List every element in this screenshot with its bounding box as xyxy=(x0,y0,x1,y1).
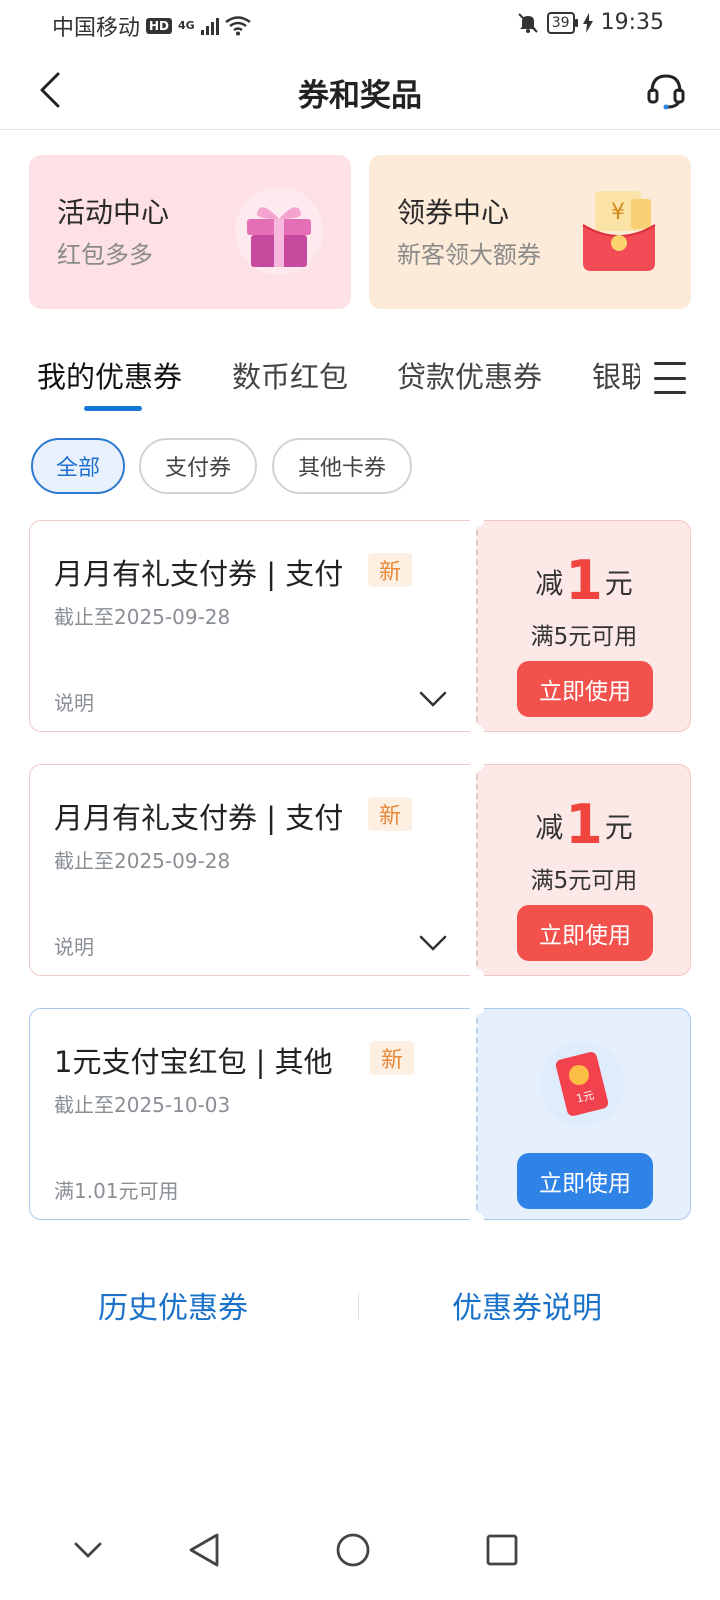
footer-links: 历史优惠券 优惠券说明 xyxy=(0,1275,720,1335)
coupon-condition-note: 满1.01元可用 xyxy=(54,1179,179,1203)
coupon-info: 月月有礼支付券 | 支付 新 截止至2025-09-28 说明 xyxy=(29,764,477,976)
coupon-card: 月月有礼支付券 | 支付 新 截止至2025-09-28 说明 减1元 满5元可… xyxy=(29,519,691,733)
new-badge: 新 xyxy=(368,797,413,831)
circle-home-icon xyxy=(336,1533,370,1567)
notch xyxy=(470,725,484,733)
menu-icon-bar xyxy=(654,376,686,380)
charging-icon xyxy=(582,12,593,33)
network-type: 4G xyxy=(178,19,195,32)
mute-bell-icon xyxy=(518,12,538,33)
coupon-center-subtitle: 新客领大额券 xyxy=(397,241,541,269)
amount-number: 1 xyxy=(565,549,603,612)
perforation-divider xyxy=(476,764,478,976)
coupon-expiry: 截止至2025-10-03 xyxy=(54,1093,231,1117)
notch xyxy=(470,969,484,977)
coupon-info: 月月有礼支付券 | 支付 新 截止至2025-09-28 说明 xyxy=(29,520,477,732)
use-now-button[interactable]: 立即使用 xyxy=(517,905,653,961)
coupon-value-panel: 减1元 满5元可用 立即使用 xyxy=(477,520,691,732)
tab-digital-currency-redpack[interactable]: 数币红包 xyxy=(232,354,348,396)
footer-divider xyxy=(358,1293,359,1319)
new-badge: 新 xyxy=(368,553,413,587)
square-recents-icon xyxy=(486,1534,518,1566)
chevron-down-icon[interactable] xyxy=(418,687,448,711)
nav-home-button[interactable] xyxy=(325,1522,381,1578)
history-coupons-link[interactable]: 历史优惠券 xyxy=(98,1283,248,1327)
activity-center-subtitle: 红包多多 xyxy=(57,241,153,269)
chevron-down-icon[interactable] xyxy=(418,931,448,955)
nav-recents-button[interactable] xyxy=(474,1522,530,1578)
hd-icon: HD xyxy=(146,18,173,34)
headset-icon xyxy=(647,74,685,110)
nav-hide-button[interactable] xyxy=(60,1522,116,1578)
coupon-condition: 满5元可用 xyxy=(530,624,638,650)
coupon-expiry: 截止至2025-09-28 xyxy=(54,605,231,629)
coupon-expiry: 截止至2025-09-28 xyxy=(54,849,231,873)
active-tab-indicator xyxy=(84,406,142,411)
status-bar: 中国移动 HD 4G 39 19:35 xyxy=(0,0,720,50)
amount-unit: 元 xyxy=(604,811,633,844)
activity-center-card[interactable]: 活动中心 红包多多 xyxy=(29,155,351,309)
filter-payment-coupons[interactable]: 支付券 xyxy=(139,438,257,494)
red-envelope-icon: ¥ xyxy=(582,191,656,271)
amount-number: 1 xyxy=(565,793,603,856)
coupon-center-title: 领券中心 xyxy=(397,196,510,229)
status-right: 39 19:35 xyxy=(517,10,664,35)
perforation-divider xyxy=(476,1008,478,1220)
coupon-amount: 减1元 xyxy=(477,549,691,612)
amount-prefix: 减 xyxy=(535,567,564,600)
menu-icon-bar xyxy=(654,391,686,394)
tabs-menu-button[interactable] xyxy=(650,358,690,398)
triangle-back-icon xyxy=(189,1533,219,1567)
signal-icon xyxy=(200,17,219,35)
tab-loan-coupons[interactable]: 贷款优惠券 xyxy=(397,354,542,396)
carrier-name: 中国移动 xyxy=(52,16,141,41)
gift-box-icon xyxy=(235,187,323,275)
coupon-info: 1元支付宝红包 | 其他 新 截止至2025-10-03 满1.01元可用 xyxy=(29,1008,477,1220)
customer-service-button[interactable] xyxy=(642,66,690,114)
new-badge: 新 xyxy=(370,1041,415,1075)
tab-my-coupons[interactable]: 我的优惠券 xyxy=(37,354,182,396)
coupon-note[interactable]: 说明 xyxy=(54,687,94,716)
tabs-scroll-area: 我的优惠券 数币红包 贷款优惠券 银联优惠 xyxy=(0,340,640,420)
coupon-note[interactable]: 说明 xyxy=(54,931,94,960)
filter-all[interactable]: 全部 xyxy=(31,438,125,494)
system-nav-bar xyxy=(0,1510,720,1600)
menu-icon xyxy=(654,362,686,365)
activity-center-title: 活动中心 xyxy=(57,196,170,229)
clock: 19:35 xyxy=(600,10,664,35)
perforation-divider xyxy=(476,520,478,732)
coupon-tabs: 我的优惠券 数币红包 贷款优惠券 银联优惠 xyxy=(0,340,720,420)
coupon-value-panel: 1元 立即使用 xyxy=(477,1008,691,1220)
coupon-condition: 满5元可用 xyxy=(530,868,638,894)
coupon-title: 月月有礼支付券 | 支付 xyxy=(54,801,344,835)
coupon-value-panel: 减1元 满5元可用 立即使用 xyxy=(477,764,691,976)
chevron-down-icon xyxy=(74,1542,102,1558)
red-packet-icon: 1元 xyxy=(540,1042,624,1126)
use-now-button[interactable]: 立即使用 xyxy=(517,1153,653,1209)
status-left: 中国移动 HD 4G xyxy=(52,10,251,42)
svg-text:¥: ¥ xyxy=(611,200,625,225)
tab-unionpay-coupons[interactable]: 银联优惠 xyxy=(592,354,640,396)
notch xyxy=(470,1213,484,1221)
app-header: 券和奖品 xyxy=(0,50,720,130)
coupon-title: 1元支付宝红包 | 其他 xyxy=(54,1045,333,1079)
coupon-explanation-link[interactable]: 优惠券说明 xyxy=(452,1283,602,1327)
coupon-card: 1元支付宝红包 | 其他 新 截止至2025-10-03 满1.01元可用 1元… xyxy=(29,1007,691,1221)
page-title: 券和奖品 xyxy=(298,78,422,114)
amount-prefix: 减 xyxy=(535,811,564,844)
coupon-amount: 减1元 xyxy=(477,793,691,856)
battery-icon: 39 xyxy=(546,11,578,34)
coupon-card: 月月有礼支付券 | 支付 新 截止至2025-09-28 说明 减1元 满5元可… xyxy=(29,763,691,977)
wifi-icon xyxy=(224,16,251,36)
coupon-center-card[interactable]: 领券中心 新客领大额券 ¥ xyxy=(369,155,691,309)
use-now-button[interactable]: 立即使用 xyxy=(517,661,653,717)
coupon-title: 月月有礼支付券 | 支付 xyxy=(54,557,344,591)
nav-back-button[interactable] xyxy=(176,1522,232,1578)
amount-unit: 元 xyxy=(604,567,633,600)
filter-other-cards[interactable]: 其他卡券 xyxy=(272,438,412,494)
